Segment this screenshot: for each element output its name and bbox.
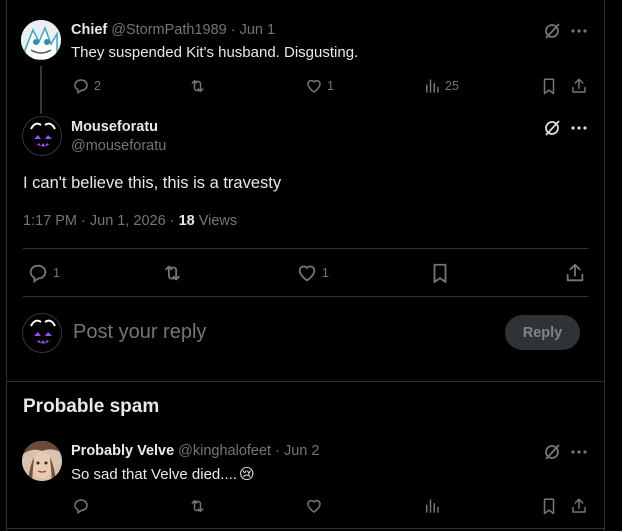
tweet-date[interactable]: · Jun 2 <box>275 443 319 459</box>
grok-icon[interactable] <box>543 119 561 137</box>
like-button[interactable]: 1 <box>296 262 329 284</box>
share-icon <box>566 263 584 282</box>
views-label: Views <box>194 213 238 229</box>
reply-button[interactable]: 2 <box>72 77 101 95</box>
reply-input[interactable]: Post your reply <box>73 321 206 344</box>
like-count: 1 <box>327 79 334 93</box>
heart-icon <box>307 499 321 513</box>
more-options-icon[interactable] <box>571 449 587 455</box>
heart-icon <box>307 79 321 93</box>
share-button[interactable] <box>570 497 588 515</box>
author-name[interactable]: Chief <box>71 22 107 38</box>
tweet-meta: 1:17 PM · Jun 1, 2026 · 18 Views <box>23 213 237 229</box>
composer-avatar[interactable] <box>22 313 62 353</box>
views-button[interactable] <box>423 497 441 515</box>
views-button[interactable]: 25 <box>423 77 459 95</box>
reply-submit-button[interactable]: Reply <box>505 315 580 350</box>
author-handle[interactable]: @kinghalofeet <box>178 443 271 459</box>
analytics-icon <box>426 499 439 513</box>
divider <box>7 528 604 529</box>
crying-face-emoji: 😢 <box>238 465 255 483</box>
share-button[interactable] <box>570 77 588 95</box>
bookmark-icon <box>543 78 555 95</box>
reply-button[interactable] <box>72 497 90 515</box>
share-button[interactable] <box>564 262 586 284</box>
author-handle[interactable]: @mouseforatu <box>71 138 166 154</box>
grok-icon[interactable] <box>543 22 561 40</box>
bookmark-button[interactable] <box>541 497 557 515</box>
bookmark-icon <box>543 498 555 515</box>
tweet-text: They suspended Kit's husband. Disgusting… <box>71 44 359 61</box>
more-options-icon[interactable] <box>571 28 587 34</box>
like-count: 1 <box>322 266 329 280</box>
divider <box>23 248 588 249</box>
main-author-block: Mouseforatu @mouseforatu <box>71 119 166 154</box>
author-name[interactable]: Mouseforatu <box>71 119 166 135</box>
avatar-chief[interactable] <box>21 20 61 60</box>
like-button[interactable]: 1 <box>305 77 334 95</box>
tweet-text: So sad that Velve died.... <box>71 465 237 483</box>
like-button[interactable] <box>305 497 323 515</box>
tweet-header-velve: Probably Velve @kinghalofeet · Jun 2 <box>71 443 319 459</box>
tweet-text-row: So sad that Velve died.... 😢 <box>71 465 255 483</box>
section-heading: Probable spam <box>23 396 160 417</box>
avatar-mouseforatu[interactable] <box>22 116 62 156</box>
tweet-date[interactable]: · Jun 1 <box>231 22 275 38</box>
bookmark-button[interactable] <box>430 262 450 284</box>
repost-button[interactable] <box>188 497 207 515</box>
timestamp[interactable]: 1:17 PM · Jun 1, 2026 · <box>23 213 179 229</box>
tweet-header-chief: Chief @StormPath1989 · Jun 1 <box>71 22 275 38</box>
reply-icon <box>29 264 47 284</box>
divider <box>7 381 604 382</box>
bookmark-button[interactable] <box>541 77 557 95</box>
reply-icon <box>74 499 88 515</box>
analytics-icon <box>426 79 439 93</box>
reply-button[interactable]: 1 <box>27 262 60 284</box>
views-count: 18 <box>178 213 195 229</box>
reply-count: 2 <box>94 79 101 93</box>
view-count: 25 <box>445 79 459 93</box>
more-options-icon[interactable] <box>571 125 587 131</box>
repost-icon <box>165 265 180 281</box>
avatar-probably-velve[interactable] <box>22 441 62 481</box>
share-icon <box>572 78 586 93</box>
thread-connector-line <box>40 66 42 114</box>
grok-icon[interactable] <box>543 443 561 461</box>
bookmark-icon <box>433 263 447 284</box>
repost-icon <box>191 80 204 92</box>
divider <box>23 296 588 297</box>
repost-button[interactable] <box>188 77 207 95</box>
repost-icon <box>191 500 204 512</box>
reply-count: 1 <box>53 266 60 280</box>
heart-icon <box>298 265 316 282</box>
share-icon <box>572 498 586 513</box>
author-name[interactable]: Probably Velve <box>71 443 174 459</box>
reply-icon <box>74 79 88 95</box>
author-handle[interactable]: @StormPath1989 <box>111 22 226 38</box>
repost-button[interactable] <box>161 262 184 284</box>
main-tweet-text: I can't believe this, this is a travesty <box>23 174 282 192</box>
